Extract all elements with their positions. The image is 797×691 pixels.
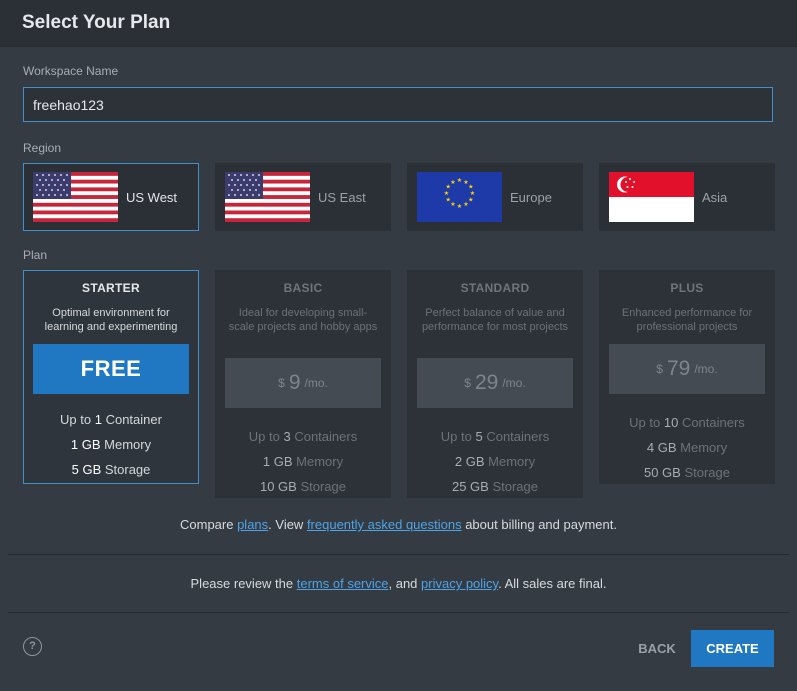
plan-description: Perfect balance of value and performance…	[421, 307, 569, 333]
divider	[8, 554, 789, 555]
svg-text:★: ★	[463, 201, 468, 208]
workspace-name-input[interactable]	[23, 87, 773, 122]
us-flag-icon	[225, 172, 310, 222]
spec-containers: Up to 5 Containers	[440, 429, 550, 444]
spec-storage: 10 GB Storage	[259, 479, 346, 494]
region-label: Region	[23, 141, 62, 155]
region-asia[interactable]: Asia	[599, 163, 775, 231]
svg-text:★: ★	[444, 190, 449, 197]
spec-storage: 25 GB Storage	[451, 479, 538, 494]
plan-price: $29/mo.	[417, 358, 573, 408]
spec-memory: 1 GB Memory	[70, 437, 152, 452]
us-flag-icon	[33, 172, 118, 222]
spec-memory: 2 GB Memory	[454, 454, 536, 469]
region-europe[interactable]: ★ ★ ★ ★ ★ ★ ★ ★ ★ ★ ★ ★ Europe	[407, 163, 583, 231]
plan-label: Plan	[23, 248, 48, 262]
plan-description: Optimal environment for learning and exp…	[44, 307, 178, 333]
region-us-east[interactable]: US East	[215, 163, 391, 231]
plan-specs: Up to 1 Container 1 GB Memory 5 GB Stora…	[24, 407, 198, 482]
divider	[8, 612, 789, 613]
plan-name: STARTER	[82, 281, 140, 295]
dialog-header: Select Your Plan	[0, 0, 797, 47]
spec-containers: Up to 1 Container	[60, 412, 162, 427]
plan-specs: Up to 3 Containers 1 GB Memory 10 GB Sto…	[216, 424, 390, 499]
compare-plans-text: Compare plans. View frequently asked que…	[180, 517, 617, 532]
svg-text:★: ★	[457, 203, 462, 210]
plans-link[interactable]: plans	[237, 517, 268, 532]
region-options: US West US East ★ ★ ★ ★ ★ ★ ★ ★ ★ ★ ★ ★ …	[23, 163, 775, 231]
spec-containers: Up to 3 Containers	[248, 429, 358, 444]
privacy-policy-link[interactable]: privacy policy	[421, 576, 498, 591]
plan-name: BASIC	[283, 281, 323, 295]
svg-text:★: ★	[450, 179, 455, 186]
create-button[interactable]: CREATE	[691, 630, 774, 667]
svg-text:★: ★	[457, 177, 462, 184]
back-button[interactable]: BACK	[631, 630, 683, 666]
workspace-name-label: Workspace Name	[23, 64, 119, 78]
spec-memory: 1 GB Memory	[262, 454, 344, 469]
dialog-title: Select Your Plan	[22, 12, 171, 33]
singapore-flag-icon	[609, 172, 694, 222]
plan-price: $79/mo.	[609, 344, 765, 394]
region-name: US West	[126, 189, 178, 205]
region-name: Asia	[702, 189, 728, 205]
help-icon[interactable]: ?	[23, 637, 42, 656]
region-name: Europe	[510, 189, 552, 205]
select-plan-dialog: Select Your Plan Workspace Name Region	[0, 0, 797, 691]
svg-text:★: ★	[446, 197, 451, 204]
plan-specs: Up to 10 Containers 4 GB Memory 50 GB St…	[600, 410, 774, 485]
plan-name: STANDARD	[460, 281, 530, 295]
faq-link[interactable]: frequently asked questions	[307, 517, 462, 532]
eu-flag-icon: ★ ★ ★ ★ ★ ★ ★ ★ ★ ★ ★ ★	[417, 172, 502, 222]
plan-name: PLUS	[670, 281, 704, 295]
svg-text:★: ★	[468, 197, 473, 204]
spec-containers: Up to 10 Containers	[629, 415, 745, 430]
region-us-west[interactable]: US West	[23, 163, 199, 231]
plan-options: STARTER Optimal environment for learning…	[23, 270, 775, 498]
plan-starter[interactable]: STARTER Optimal environment for learning…	[23, 270, 199, 484]
spec-storage: 50 GB Storage	[643, 465, 730, 480]
plan-price: $9/mo.	[225, 358, 381, 408]
plan-description: Ideal for developing small-scale project…	[228, 307, 378, 333]
plan-price: FREE	[33, 344, 189, 394]
region-name: US East	[318, 189, 366, 205]
plan-specs: Up to 5 Containers 2 GB Memory 25 GB Sto…	[408, 424, 582, 499]
svg-text:★: ★	[450, 201, 455, 208]
plan-plus[interactable]: PLUS Enhanced performance for profession…	[599, 270, 775, 484]
terms-of-service-link[interactable]: terms of service	[297, 576, 389, 591]
terms-text: Please review the terms of service, and …	[190, 576, 607, 591]
spec-memory: 4 GB Memory	[646, 440, 728, 455]
price-free: FREE	[80, 356, 142, 381]
spec-storage: 5 GB Storage	[71, 462, 151, 477]
plan-standard[interactable]: STANDARD Perfect balance of value and pe…	[407, 270, 583, 498]
plan-description: Enhanced performance for professional pr…	[621, 307, 753, 333]
plan-basic[interactable]: BASIC Ideal for developing small-scale p…	[215, 270, 391, 498]
